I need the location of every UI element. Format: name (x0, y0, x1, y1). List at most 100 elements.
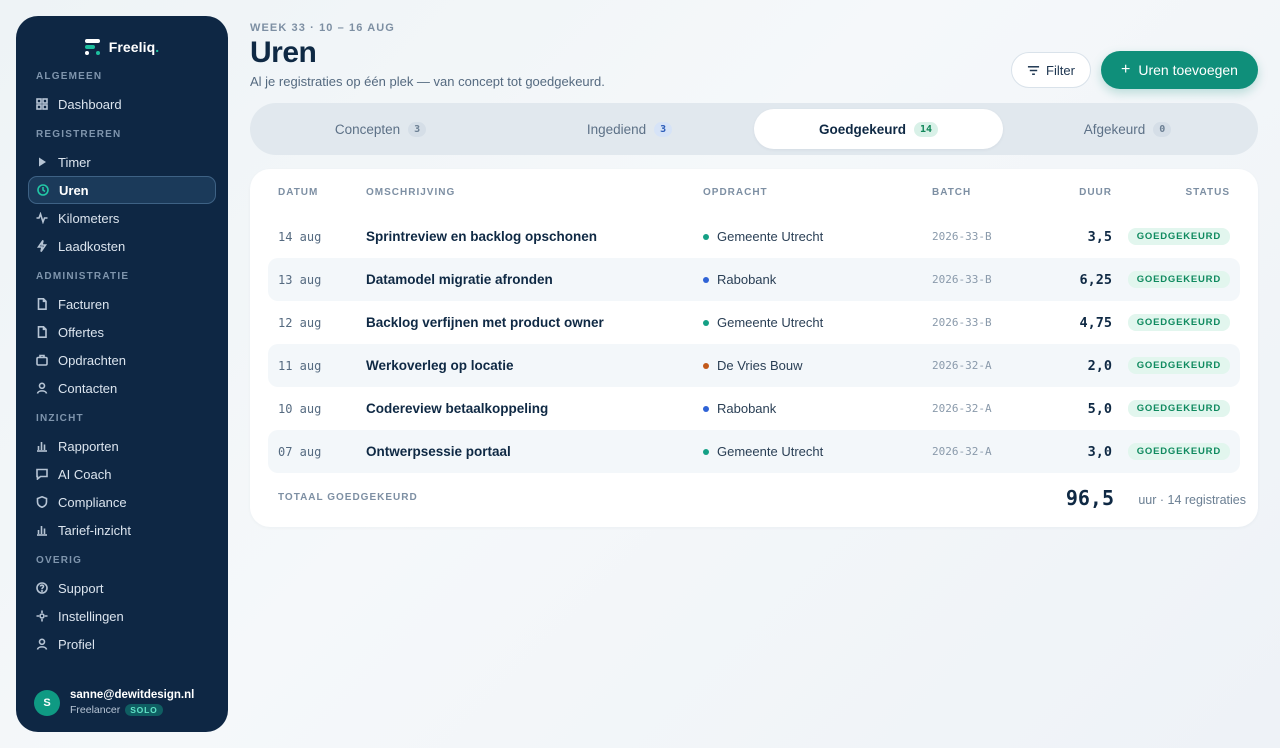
row-batch: 2026-33-B (932, 273, 992, 286)
tab-afgekeurd[interactable]: Afgekeurd 0 (1003, 109, 1252, 149)
row-client-name: Gemeente Utrecht (717, 315, 824, 330)
client-color-dot (703, 233, 709, 240)
page-title: Uren (250, 36, 317, 69)
column-duration[interactable]: DUUR (1079, 187, 1112, 198)
sidebar-item-timer[interactable]: Timer (28, 148, 216, 176)
hours-table: DATUM OMSCHRIJVING OPDRACHT BATCH DUUR S… (250, 169, 1258, 527)
tab-concepten[interactable]: Concepten 3 (256, 109, 505, 149)
sidebar-item-label: Instellingen (58, 608, 124, 624)
row-date: 11 aug (278, 358, 322, 373)
row-duration: 3,0 (1087, 443, 1112, 460)
week-label: WEEK 33 · 10 – 16 AUG (250, 22, 395, 34)
row-status: GOEDGEKEURD (1127, 301, 1230, 344)
sidebar-item-label: Opdrachten (58, 352, 126, 368)
user-profile[interactable]: S sanne@dewitdesign.nl Freelancer SOLO (34, 689, 194, 716)
row-batch: 2026-32-A (932, 402, 992, 415)
column-batch[interactable]: BATCH (932, 187, 971, 198)
column-description[interactable]: OMSCHRIJVING (366, 187, 455, 198)
tab-count-badge: 3 (408, 121, 427, 137)
chat-icon (36, 468, 48, 480)
client-color-dot (703, 362, 709, 369)
filter-label: Filter (1046, 62, 1075, 78)
sidebar-item-instellingen[interactable]: Instellingen (28, 602, 216, 630)
table-row[interactable]: 10 aug Codereview betaalkoppeling Raboba… (268, 387, 1240, 430)
row-status: GOEDGEKEURD (1127, 258, 1230, 301)
row-duration: 3,5 (1087, 228, 1112, 245)
play-icon (36, 156, 48, 168)
sidebar-nav: ALGEMEEN Dashboard REGISTREREN Timer Uren… (28, 70, 216, 658)
table-row[interactable]: 07 aug Ontwerpsessie portaal Gemeente Ut… (268, 430, 1240, 473)
column-date[interactable]: DATUM (278, 187, 318, 198)
sidebar-item-dashboard[interactable]: Dashboard (28, 90, 216, 118)
sidebar-item-label: Offertes (58, 324, 105, 340)
grid-icon (36, 98, 48, 110)
tab-goedgekeurd[interactable]: Goedgekeurd 14 (754, 109, 1003, 149)
row-description: Ontwerpsessie portaal (366, 444, 511, 459)
clock-icon (37, 184, 49, 196)
row-status: GOEDGEKEURD (1127, 430, 1230, 473)
row-date: 14 aug (278, 229, 322, 244)
sidebar-item-support[interactable]: Support (28, 574, 216, 602)
sidebar-item-label: Kilometers (58, 210, 120, 226)
activity-icon (36, 212, 48, 224)
row-client-name: Rabobank (717, 401, 777, 416)
user-email: sanne@dewitdesign.nl (70, 689, 195, 701)
table-row[interactable]: 11 aug Werkoverleg op locatie De Vries B… (268, 344, 1240, 387)
row-client-name: Gemeente Utrecht (717, 444, 824, 459)
add-hours-button[interactable]: + Uren toevoegen (1101, 51, 1258, 89)
sidebar-item-contacten[interactable]: Contacten (28, 374, 216, 402)
sidebar-item-opdrachten[interactable]: Opdrachten (28, 346, 216, 374)
table-header: DATUM OMSCHRIJVING OPDRACHT BATCH DUUR S… (268, 187, 1240, 201)
help-icon (36, 582, 48, 594)
settings-icon (36, 610, 48, 622)
status-tabs: Concepten 3 Ingediend 3 Goedgekeurd 14 Afge… (250, 103, 1258, 155)
avatar: S (34, 689, 60, 716)
status-badge: GOEDGEKEURD (1127, 271, 1230, 288)
sidebar-item-tarief-inzicht[interactable]: Tarief-inzicht (28, 516, 216, 544)
document-icon (36, 298, 48, 310)
sidebar-item-label: Uren (59, 182, 89, 198)
nav-section-title: ADMINISTRATIE (36, 271, 130, 282)
nav-section-title: REGISTREREN (36, 129, 122, 140)
row-description: Sprintreview en backlog opschonen (366, 229, 598, 244)
bar-chart-icon (36, 524, 48, 536)
row-client-name: De Vries Bouw (717, 358, 803, 373)
sidebar-item-label: Timer (58, 154, 91, 170)
row-duration: 6,25 (1079, 271, 1112, 288)
total-label: TOTAAL GOEDGEKEURD (278, 492, 418, 503)
sidebar-item-ai-coach[interactable]: AI Coach (28, 460, 216, 488)
sidebar-item-label: Rapporten (58, 438, 119, 454)
page-subtitle: Al je registraties op één plek — van con… (250, 74, 605, 89)
bolt-icon (36, 240, 48, 252)
row-batch: 2026-32-A (932, 445, 992, 458)
sidebar-item-kilometers[interactable]: Kilometers (28, 204, 216, 232)
logo[interactable]: Freeliq. (28, 38, 216, 56)
briefcase-icon (36, 354, 48, 366)
row-date: 10 aug (278, 401, 322, 416)
tab-ingediend[interactable]: Ingediend 3 (505, 109, 754, 149)
filter-button[interactable]: Filter (1011, 52, 1091, 88)
table-row[interactable]: 14 aug Sprintreview en backlog opschonen… (268, 215, 1240, 258)
bar-chart-icon (36, 440, 48, 452)
sidebar-item-uren[interactable]: Uren (28, 176, 216, 204)
column-assignment[interactable]: OPDRACHT (703, 187, 768, 198)
status-badge: GOEDGEKEURD (1127, 228, 1230, 245)
sidebar-item-label: Profiel (58, 636, 95, 652)
sidebar-item-facturen[interactable]: Facturen (28, 290, 216, 318)
add-hours-label: Uren toevoegen (1138, 62, 1238, 78)
tab-count-badge: 0 (1153, 121, 1172, 137)
sidebar-item-laadkosten[interactable]: Laadkosten (28, 232, 216, 260)
table-row[interactable]: 12 aug Backlog verfijnen met product own… (268, 301, 1240, 344)
total-value: 96,5 (1065, 486, 1114, 510)
tab-label: Goedgekeurd (818, 121, 906, 137)
sidebar-item-offertes[interactable]: Offertes (28, 318, 216, 346)
row-batch: 2026-33-B (932, 230, 992, 243)
row-assignment: Rabobank (703, 387, 776, 430)
row-status: GOEDGEKEURD (1127, 344, 1230, 387)
column-status[interactable]: STATUS (1185, 187, 1230, 198)
table-row[interactable]: 13 aug Datamodel migratie afronden Rabob… (268, 258, 1240, 301)
sidebar-item-profiel[interactable]: Profiel (28, 630, 216, 658)
sidebar-item-compliance[interactable]: Compliance (28, 488, 216, 516)
sidebar-item-rapporten[interactable]: Rapporten (28, 432, 216, 460)
client-color-dot (703, 276, 709, 283)
